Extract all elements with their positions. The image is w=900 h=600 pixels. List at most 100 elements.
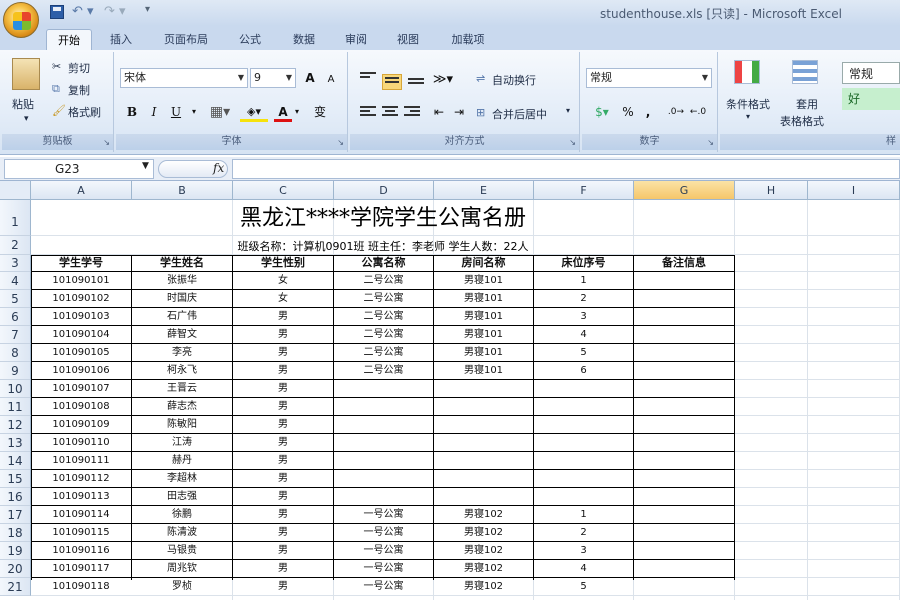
table-cell[interactable] xyxy=(634,398,734,415)
table-cell[interactable]: 男 xyxy=(233,398,333,415)
column-header-g[interactable]: G xyxy=(634,181,735,200)
select-all-corner[interactable] xyxy=(0,181,31,200)
merge-center-button[interactable]: 合并后居中 xyxy=(492,106,547,122)
table-cell[interactable]: 101090112 xyxy=(31,470,131,487)
row-header-14[interactable]: 14 xyxy=(0,452,31,470)
table-cell[interactable]: 3 xyxy=(534,308,633,325)
table-cell[interactable]: 男寝102 xyxy=(434,542,533,559)
table-cell[interactable]: 张振华 xyxy=(132,272,232,289)
phonetic-button[interactable]: 变 xyxy=(310,102,330,122)
table-cell[interactable]: 马银贵 xyxy=(132,542,232,559)
align-middle-icon[interactable] xyxy=(382,74,402,90)
table-cell[interactable] xyxy=(534,470,633,487)
table-cell[interactable]: 男 xyxy=(233,578,333,595)
format-painter-icon[interactable]: 🖌 xyxy=(52,104,66,117)
table-cell[interactable]: 时国庆 xyxy=(132,290,232,307)
table-cell[interactable]: 男寝101 xyxy=(434,362,533,379)
name-box[interactable]: G23 xyxy=(4,159,154,179)
underline-button[interactable]: U xyxy=(166,102,186,122)
table-cell[interactable]: 101090118 xyxy=(31,578,131,595)
row-header-5[interactable]: 5 xyxy=(0,290,31,308)
table-cell[interactable]: 101090116 xyxy=(31,542,131,559)
table-cell[interactable]: 101090109 xyxy=(31,416,131,433)
table-cell[interactable] xyxy=(634,308,734,325)
column-header-f[interactable]: F xyxy=(534,181,634,200)
wrap-text-button[interactable]: 自动换行 xyxy=(492,72,536,88)
table-cell[interactable]: 101090114 xyxy=(31,506,131,523)
table-cell[interactable] xyxy=(634,506,734,523)
table-cell[interactable] xyxy=(534,488,633,505)
format-as-table-icon[interactable] xyxy=(792,60,818,84)
table-header-cell[interactable]: 床位序号 xyxy=(534,255,633,271)
tab-review[interactable]: 审阅 xyxy=(336,29,376,50)
table-cell[interactable]: 男 xyxy=(233,524,333,541)
table-cell[interactable]: 男 xyxy=(233,506,333,523)
tab-page-layout[interactable]: 页面布局 xyxy=(152,29,220,50)
table-cell[interactable]: 101090108 xyxy=(31,398,131,415)
table-header-cell[interactable]: 学生学号 xyxy=(31,255,131,271)
number-format-combo[interactable]: 常规 ▼ xyxy=(586,68,712,88)
table-cell[interactable]: 男寝101 xyxy=(434,344,533,361)
align-center-icon[interactable] xyxy=(382,106,398,118)
table-cell[interactable]: 柯永飞 xyxy=(132,362,232,379)
tab-data[interactable]: 数据 xyxy=(282,29,326,50)
tab-insert[interactable]: 插入 xyxy=(100,29,142,50)
row-header-3[interactable]: 3 xyxy=(0,255,31,272)
row-header-7[interactable]: 7 xyxy=(0,326,31,344)
table-cell[interactable] xyxy=(434,380,533,397)
format-painter-button[interactable]: 格式刷 xyxy=(68,104,101,120)
table-cell[interactable]: 李超林 xyxy=(132,470,232,487)
column-header-d[interactable]: D xyxy=(334,181,434,200)
save-icon[interactable] xyxy=(50,5,64,19)
row-header-1[interactable]: 1 xyxy=(0,200,31,236)
table-cell[interactable] xyxy=(534,434,633,451)
undo-icon[interactable]: ↶ ▾ xyxy=(72,4,94,22)
table-cell[interactable] xyxy=(634,452,734,469)
table-cell[interactable] xyxy=(334,380,433,397)
table-cell[interactable]: 101090113 xyxy=(31,488,131,505)
table-cell[interactable] xyxy=(434,452,533,469)
table-cell[interactable] xyxy=(534,452,633,469)
row-header-13[interactable]: 13 xyxy=(0,434,31,452)
row-header-4[interactable]: 4 xyxy=(0,272,31,290)
fill-color-icon[interactable]: ◈▾ xyxy=(240,102,268,122)
table-cell[interactable]: 男寝101 xyxy=(434,272,533,289)
row-header-18[interactable]: 18 xyxy=(0,524,31,542)
row-header-17[interactable]: 17 xyxy=(0,506,31,524)
row-header-6[interactable]: 6 xyxy=(0,308,31,326)
table-cell[interactable]: 101090103 xyxy=(31,308,131,325)
table-cell[interactable]: 陈敏阳 xyxy=(132,416,232,433)
table-cell[interactable]: 男 xyxy=(233,452,333,469)
italic-button[interactable]: I xyxy=(144,102,164,122)
table-cell[interactable]: 男寝101 xyxy=(434,326,533,343)
table-cell[interactable] xyxy=(634,326,734,343)
table-cell[interactable]: 一号公寓 xyxy=(334,542,433,559)
table-header-cell[interactable]: 备注信息 xyxy=(634,255,734,271)
font-size-combo[interactable]: 9 ▼ xyxy=(250,68,296,88)
row-header-9[interactable]: 9 xyxy=(0,362,31,380)
alignment-launcher-icon[interactable]: ↘ xyxy=(569,138,576,147)
table-cell[interactable] xyxy=(634,434,734,451)
table-cell[interactable]: 二号公寓 xyxy=(334,290,433,307)
table-cell[interactable]: 男 xyxy=(233,434,333,451)
table-cell[interactable] xyxy=(634,416,734,433)
table-cell[interactable]: 薛志杰 xyxy=(132,398,232,415)
table-cell[interactable]: 周兆钦 xyxy=(132,560,232,577)
table-cell[interactable]: 男寝101 xyxy=(434,290,533,307)
column-header-e[interactable]: E xyxy=(434,181,534,200)
orientation-icon[interactable]: ≫▾ xyxy=(430,70,456,90)
wrap-text-icon[interactable]: ⇌ xyxy=(476,72,485,85)
paste-icon[interactable] xyxy=(12,58,40,90)
table-cell[interactable] xyxy=(634,488,734,505)
table-cell[interactable]: 李亮 xyxy=(132,344,232,361)
formula-input[interactable] xyxy=(232,159,900,179)
table-cell[interactable] xyxy=(634,380,734,397)
table-cell[interactable]: 男 xyxy=(233,380,333,397)
table-cell[interactable]: 101090102 xyxy=(31,290,131,307)
row-header-21[interactable]: 21 xyxy=(0,578,31,596)
table-cell[interactable]: 薛智文 xyxy=(132,326,232,343)
table-cell[interactable] xyxy=(434,398,533,415)
table-cell[interactable]: 一号公寓 xyxy=(334,524,433,541)
copy-icon[interactable]: ⧉ xyxy=(52,82,60,96)
increase-indent-icon[interactable]: ⇥ xyxy=(450,102,468,122)
